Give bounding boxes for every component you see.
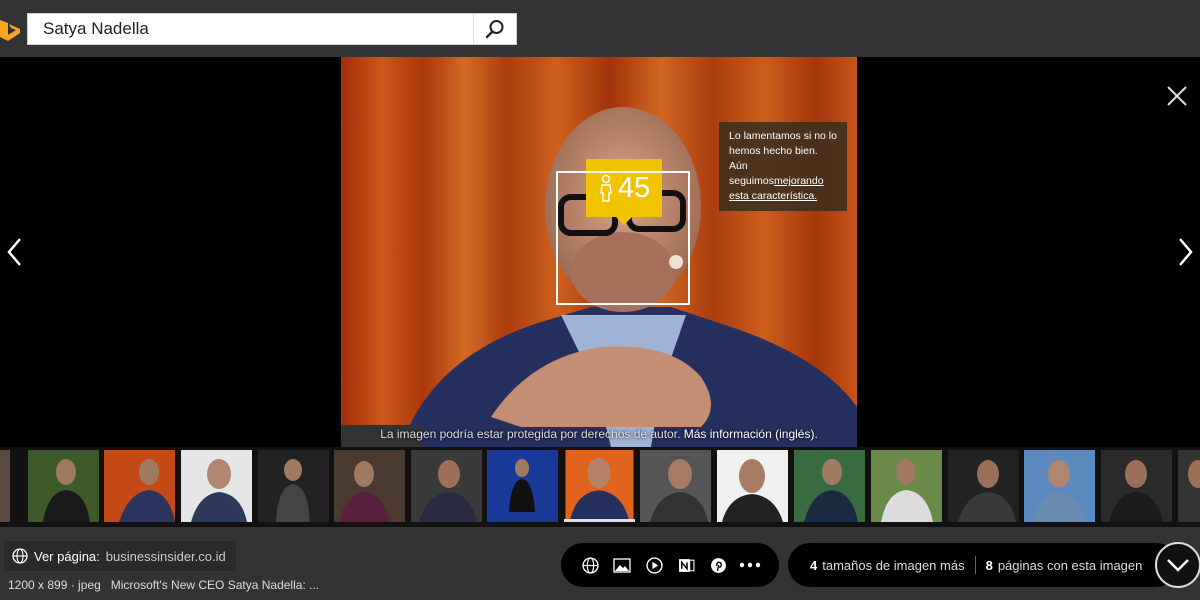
chevron-down-icon <box>1167 559 1189 572</box>
view-page-button[interactable]: Ver página: businessinsider.co.id <box>4 541 236 571</box>
globe-icon <box>581 556 599 574</box>
web-search-button[interactable] <box>579 554 601 576</box>
pages-label: páginas con esta imagen <box>997 557 1143 573</box>
chevron-right-icon <box>1179 238 1193 266</box>
onenote-icon <box>678 558 694 572</box>
thumbnail[interactable] <box>794 450 865 522</box>
copyright-text: La imagen podría estar protegida por der… <box>380 427 681 441</box>
top-bar <box>0 0 1200 57</box>
view-page-label: Ver página: <box>34 548 100 564</box>
more-sizes-link[interactable]: 4 tamaños de imagen más <box>810 558 965 573</box>
source-domain: businessinsider.co.id <box>105 548 226 564</box>
expand-details-button[interactable] <box>1155 542 1200 588</box>
bottom-bar: Ver página: businessinsider.co.id 1200 x… <box>0 527 1200 600</box>
thumbnail[interactable] <box>181 450 252 522</box>
copyright-notice: La imagen podría estar protegida por der… <box>341 424 857 444</box>
thumbnail-strip <box>0 447 1200 527</box>
image-search-button[interactable] <box>611 554 633 576</box>
play-icon <box>645 556 663 574</box>
face-detection-box <box>556 171 690 305</box>
pages-with-image-link[interactable]: 8 páginas con esta imagen <box>986 558 1143 573</box>
next-image-button[interactable] <box>1170 235 1200 269</box>
image-meta: 1200 x 899 · jpeg Microsoft's New CEO Sat… <box>8 578 319 592</box>
feedback-tooltip: Lo lamentamos si no lo hemos hecho bien.… <box>719 122 847 211</box>
thumbnail[interactable] <box>871 450 942 522</box>
image-title[interactable]: Microsoft's New CEO Satya Nadella: ... <box>111 578 319 592</box>
onenote-button[interactable] <box>675 554 697 576</box>
search-input[interactable] <box>28 14 476 44</box>
close-button[interactable] <box>1166 85 1190 109</box>
video-search-button[interactable] <box>643 554 665 576</box>
more-actions-button[interactable] <box>739 554 761 576</box>
divider <box>974 556 976 574</box>
thumbnail[interactable] <box>334 450 405 522</box>
pages-count: 8 <box>985 557 993 573</box>
thumbnail-selected[interactable] <box>564 450 635 522</box>
thumbnail[interactable] <box>1101 450 1172 522</box>
thumbnail[interactable] <box>1024 450 1095 522</box>
thumbnail[interactable] <box>487 450 558 522</box>
thumbnail[interactable] <box>411 450 482 522</box>
thumbnail[interactable] <box>0 450 10 522</box>
copyright-more-link[interactable]: Más información (inglés). <box>684 427 818 441</box>
thumbnail[interactable] <box>104 450 175 522</box>
chevron-left-icon <box>7 238 21 266</box>
more-sizes-count: 4 <box>810 557 818 573</box>
thumbnail[interactable] <box>640 450 711 522</box>
pinterest-icon <box>710 557 726 573</box>
image-viewer: 45 Lo lamentamos si no lo hemos hecho bi… <box>0 57 1200 447</box>
thumbnail[interactable] <box>948 450 1019 522</box>
globe-icon <box>12 548 28 564</box>
thumbnail[interactable] <box>1178 450 1200 522</box>
search-button[interactable] <box>473 14 516 44</box>
thumbnail[interactable] <box>258 450 329 522</box>
thumbnail[interactable] <box>28 450 99 522</box>
image-info-bar: 4 tamaños de imagen más 8 páginas con esta… <box>788 543 1178 587</box>
action-toolbar <box>561 543 779 587</box>
pinterest-button[interactable] <box>707 554 729 576</box>
search-box <box>27 13 517 45</box>
image-icon <box>613 557 631 573</box>
image-dimensions: 1200 x 899 · jpeg <box>8 578 101 592</box>
more-sizes-label: tamaños de imagen más <box>822 557 965 573</box>
close-icon <box>1167 86 1187 106</box>
search-icon <box>485 20 504 39</box>
previous-image-button[interactable] <box>0 235 30 269</box>
thumbnail[interactable] <box>717 450 788 522</box>
more-icon <box>739 562 761 568</box>
bing-logo-icon[interactable] <box>0 18 20 42</box>
